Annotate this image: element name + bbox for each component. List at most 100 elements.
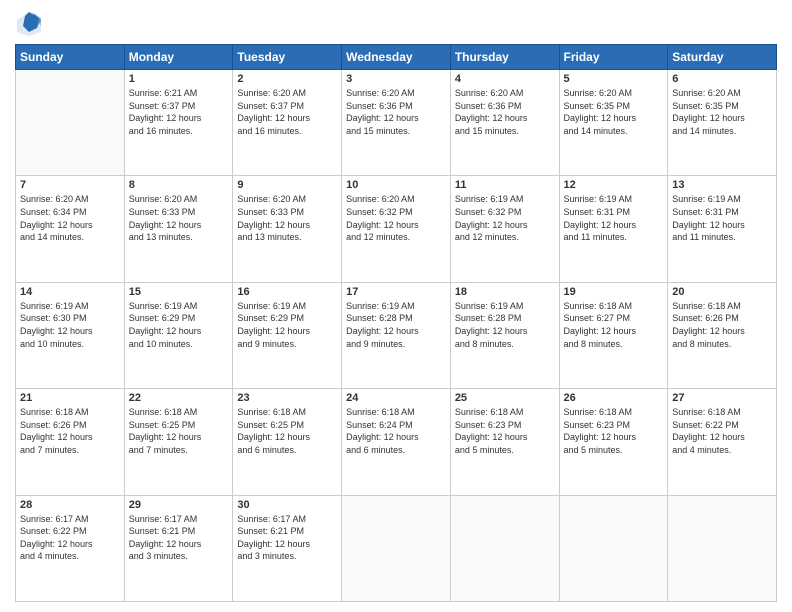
day-number: 11 [455, 179, 555, 191]
calendar-cell: 16Sunrise: 6:19 AM Sunset: 6:29 PM Dayli… [233, 282, 342, 388]
calendar-week-row: 28 Sunrise: 6:17 AM Sunset: 6:22 PM Dayli… [16, 495, 777, 601]
day-info: Sunrise: 6:18 AM Sunset: 6:26 PM Dayligh… [672, 300, 772, 350]
day-number: 23 [237, 392, 337, 404]
weekday-header: Sunday [16, 45, 125, 70]
day-info: Sunrise: 6:17 AM Sunset: 6:21 PM Dayligh… [237, 513, 337, 563]
calendar-cell: 3 Sunrise: 6:20 AM Sunset: 6:36 PM Daylig… [342, 70, 451, 176]
day-number: 27 [672, 392, 772, 404]
calendar-cell: 24Sunrise: 6:18 AM Sunset: 6:24 PM Dayli… [342, 389, 451, 495]
logo-icon [15, 10, 43, 38]
day-info: Sunrise: 6:20 AM Sunset: 6:32 PM Dayligh… [346, 193, 446, 243]
calendar-cell: 21 Sunrise: 6:18 AM Sunset: 6:26 PM Dayli… [16, 389, 125, 495]
day-info: Sunrise: 6:20 AM Sunset: 6:33 PM Dayligh… [129, 193, 229, 243]
day-number: 9 [237, 179, 337, 191]
day-number: 21 [20, 392, 120, 404]
day-info: Sunrise: 6:17 AM Sunset: 6:21 PM Dayligh… [129, 513, 229, 563]
day-info: Sunrise: 6:20 AM Sunset: 6:37 PM Dayligh… [237, 87, 337, 137]
day-number: 13 [672, 179, 772, 191]
day-number: 15 [129, 286, 229, 298]
day-info: Sunrise: 6:18 AM Sunset: 6:23 PM Dayligh… [564, 406, 664, 456]
calendar-cell [342, 495, 451, 601]
day-info: Sunrise: 6:20 AM Sunset: 6:35 PM Dayligh… [672, 87, 772, 137]
weekday-row: SundayMondayTuesdayWednesdayThursdayFrid… [16, 45, 777, 70]
calendar-cell: 18 Sunrise: 6:19 AM Sunset: 6:28 PM Dayli… [450, 282, 559, 388]
day-info: Sunrise: 6:20 AM Sunset: 6:36 PM Dayligh… [455, 87, 555, 137]
day-info: Sunrise: 6:20 AM Sunset: 6:34 PM Dayligh… [20, 193, 120, 243]
calendar-cell: 8Sunrise: 6:20 AM Sunset: 6:33 PM Daylig… [124, 176, 233, 282]
day-info: Sunrise: 6:20 AM Sunset: 6:33 PM Dayligh… [237, 193, 337, 243]
calendar-cell: 10 Sunrise: 6:20 AM Sunset: 6:32 PM Dayli… [342, 176, 451, 282]
logo [15, 10, 47, 38]
calendar-cell: 20 Sunrise: 6:18 AM Sunset: 6:26 PM Dayli… [668, 282, 777, 388]
weekday-header: Monday [124, 45, 233, 70]
calendar-cell: 14 Sunrise: 6:19 AM Sunset: 6:30 PM Dayli… [16, 282, 125, 388]
day-info: Sunrise: 6:17 AM Sunset: 6:22 PM Dayligh… [20, 513, 120, 563]
calendar-cell: 13 Sunrise: 6:19 AM Sunset: 6:31 PM Dayli… [668, 176, 777, 282]
weekday-header: Friday [559, 45, 668, 70]
day-number: 18 [455, 286, 555, 298]
calendar-cell: 4 Sunrise: 6:20 AM Sunset: 6:36 PM Daylig… [450, 70, 559, 176]
day-number: 4 [455, 73, 555, 85]
day-number: 6 [672, 73, 772, 85]
day-info: Sunrise: 6:19 AM Sunset: 6:28 PM Dayligh… [455, 300, 555, 350]
calendar-week-row: 1Sunrise: 6:21 AM Sunset: 6:37 PM Daylig… [16, 70, 777, 176]
day-number: 12 [564, 179, 664, 191]
day-info: Sunrise: 6:18 AM Sunset: 6:26 PM Dayligh… [20, 406, 120, 456]
calendar-cell: 30 Sunrise: 6:17 AM Sunset: 6:21 PM Dayli… [233, 495, 342, 601]
calendar-body: 1Sunrise: 6:21 AM Sunset: 6:37 PM Daylig… [16, 70, 777, 602]
calendar-cell: 7 Sunrise: 6:20 AM Sunset: 6:34 PM Daylig… [16, 176, 125, 282]
day-info: Sunrise: 6:18 AM Sunset: 6:27 PM Dayligh… [564, 300, 664, 350]
day-number: 17 [346, 286, 446, 298]
calendar-cell [668, 495, 777, 601]
calendar-cell: 9 Sunrise: 6:20 AM Sunset: 6:33 PM Daylig… [233, 176, 342, 282]
calendar-cell: 12 Sunrise: 6:19 AM Sunset: 6:31 PM Dayli… [559, 176, 668, 282]
calendar-cell: 5Sunrise: 6:20 AM Sunset: 6:35 PM Daylig… [559, 70, 668, 176]
day-number: 3 [346, 73, 446, 85]
day-info: Sunrise: 6:18 AM Sunset: 6:23 PM Dayligh… [455, 406, 555, 456]
day-number: 30 [237, 499, 337, 511]
calendar-cell: 22Sunrise: 6:18 AM Sunset: 6:25 PM Dayli… [124, 389, 233, 495]
day-number: 10 [346, 179, 446, 191]
day-number: 2 [237, 73, 337, 85]
day-number: 26 [564, 392, 664, 404]
calendar-cell: 15 Sunrise: 6:19 AM Sunset: 6:29 PM Dayli… [124, 282, 233, 388]
calendar-cell: 29Sunrise: 6:17 AM Sunset: 6:21 PM Dayli… [124, 495, 233, 601]
day-info: Sunrise: 6:19 AM Sunset: 6:31 PM Dayligh… [564, 193, 664, 243]
day-number: 19 [564, 286, 664, 298]
calendar-cell [16, 70, 125, 176]
day-info: Sunrise: 6:18 AM Sunset: 6:22 PM Dayligh… [672, 406, 772, 456]
calendar-week-row: 7 Sunrise: 6:20 AM Sunset: 6:34 PM Daylig… [16, 176, 777, 282]
day-info: Sunrise: 6:19 AM Sunset: 6:32 PM Dayligh… [455, 193, 555, 243]
day-info: Sunrise: 6:20 AM Sunset: 6:36 PM Dayligh… [346, 87, 446, 137]
calendar-cell: 28 Sunrise: 6:17 AM Sunset: 6:22 PM Dayli… [16, 495, 125, 601]
weekday-header: Wednesday [342, 45, 451, 70]
calendar-week-row: 21 Sunrise: 6:18 AM Sunset: 6:26 PM Dayli… [16, 389, 777, 495]
calendar-cell: 17 Sunrise: 6:19 AM Sunset: 6:28 PM Dayli… [342, 282, 451, 388]
day-info: Sunrise: 6:19 AM Sunset: 6:31 PM Dayligh… [672, 193, 772, 243]
day-info: Sunrise: 6:18 AM Sunset: 6:24 PM Dayligh… [346, 406, 446, 456]
day-number: 28 [20, 499, 120, 511]
calendar-cell: 26 Sunrise: 6:18 AM Sunset: 6:23 PM Dayli… [559, 389, 668, 495]
day-info: Sunrise: 6:19 AM Sunset: 6:29 PM Dayligh… [129, 300, 229, 350]
day-number: 7 [20, 179, 120, 191]
day-number: 14 [20, 286, 120, 298]
calendar-cell: 2 Sunrise: 6:20 AM Sunset: 6:37 PM Daylig… [233, 70, 342, 176]
weekday-header: Saturday [668, 45, 777, 70]
day-number: 22 [129, 392, 229, 404]
day-info: Sunrise: 6:19 AM Sunset: 6:29 PM Dayligh… [237, 300, 337, 350]
calendar-cell [450, 495, 559, 601]
day-number: 25 [455, 392, 555, 404]
weekday-header: Tuesday [233, 45, 342, 70]
calendar-cell: 6 Sunrise: 6:20 AM Sunset: 6:35 PM Daylig… [668, 70, 777, 176]
calendar-week-row: 14 Sunrise: 6:19 AM Sunset: 6:30 PM Dayli… [16, 282, 777, 388]
calendar-cell: 27 Sunrise: 6:18 AM Sunset: 6:22 PM Dayli… [668, 389, 777, 495]
day-info: Sunrise: 6:19 AM Sunset: 6:30 PM Dayligh… [20, 300, 120, 350]
header [15, 10, 777, 38]
day-number: 20 [672, 286, 772, 298]
calendar-table: SundayMondayTuesdayWednesdayThursdayFrid… [15, 44, 777, 602]
calendar-cell: 19 Sunrise: 6:18 AM Sunset: 6:27 PM Dayli… [559, 282, 668, 388]
day-info: Sunrise: 6:19 AM Sunset: 6:28 PM Dayligh… [346, 300, 446, 350]
calendar-cell: 25 Sunrise: 6:18 AM Sunset: 6:23 PM Dayli… [450, 389, 559, 495]
day-info: Sunrise: 6:18 AM Sunset: 6:25 PM Dayligh… [237, 406, 337, 456]
day-info: Sunrise: 6:20 AM Sunset: 6:35 PM Dayligh… [564, 87, 664, 137]
